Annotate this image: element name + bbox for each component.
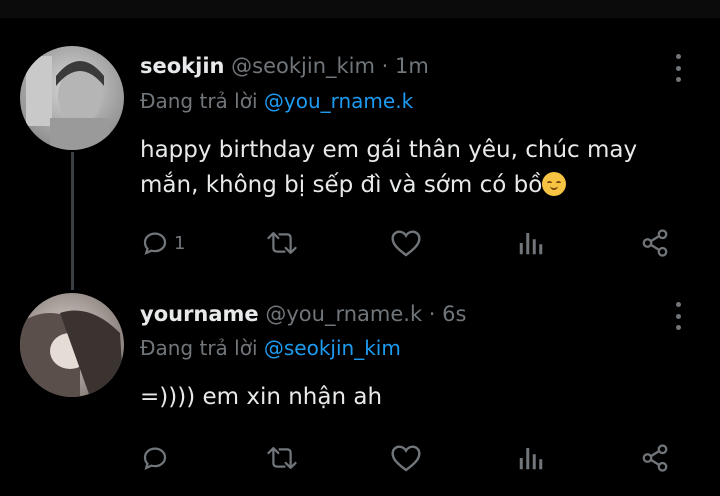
analytics-icon <box>519 448 543 470</box>
display-name[interactable]: seokjin <box>140 54 224 78</box>
reply-count: 1 <box>174 232 186 254</box>
more-icon[interactable] <box>668 302 688 330</box>
tweet-text-line: mắn, không bị sếp đì và sớm có bồ <box>140 172 543 198</box>
username[interactable]: @you_rname.k <box>265 302 422 326</box>
tweet-text: =)))) em xin nhận ah <box>140 380 680 415</box>
analytics-button[interactable] <box>516 228 546 258</box>
tweet-seokjin[interactable]: seokjin @seokjin_kim · 1m Đang trả lời @… <box>0 0 720 290</box>
like-button[interactable] <box>390 228 422 258</box>
display-name[interactable]: yourname <box>140 302 259 326</box>
mention-link[interactable]: @seokjin_kim <box>264 336 401 360</box>
reply-button[interactable] <box>140 443 174 473</box>
share-icon <box>642 229 668 257</box>
replying-to: Đang trả lời @seokjin_kim <box>140 336 401 360</box>
username[interactable]: @seokjin_kim <box>231 54 375 78</box>
like-icon <box>391 230 421 257</box>
tweet-text-line: =)))) em xin nhận ah <box>140 384 383 410</box>
more-icon[interactable] <box>668 54 688 82</box>
like-icon <box>391 445 421 472</box>
thread-line <box>71 152 74 290</box>
tweet-header: yourname @you_rname.k · 6s <box>140 302 466 326</box>
timestamp[interactable]: 6s <box>442 302 466 326</box>
reply-button[interactable]: 1 <box>140 228 185 258</box>
replying-to: Đang trả lời @you_rname.k <box>140 89 413 113</box>
reply-icon <box>143 447 167 471</box>
like-button[interactable] <box>390 443 422 473</box>
retweet-icon <box>267 447 297 469</box>
share-button[interactable] <box>640 443 670 473</box>
share-button[interactable] <box>640 228 670 258</box>
timestamp[interactable]: 1m <box>395 54 429 78</box>
separator-dot: · <box>381 54 389 78</box>
avatar[interactable] <box>20 293 124 397</box>
tweet-yourname[interactable]: yourname @you_rname.k · 6s Đang trả lời … <box>0 290 720 496</box>
reply-icon <box>143 232 167 256</box>
mention-link[interactable]: @you_rname.k <box>264 89 413 113</box>
replying-to-label: Đang trả lời <box>140 89 258 113</box>
retweet-icon <box>267 232 297 254</box>
analytics-button[interactable] <box>516 443 546 473</box>
replying-to-label: Đang trả lời <box>140 336 258 360</box>
relieved-face-emoji <box>542 172 567 196</box>
retweet-button[interactable] <box>266 443 298 473</box>
tweet-text: happy birthday em gái thân yêu, chúc may… <box>140 133 680 203</box>
analytics-icon <box>519 233 543 255</box>
tweet-header: seokjin @seokjin_kim · 1m <box>140 54 429 78</box>
retweet-button[interactable] <box>266 228 298 258</box>
tweet-text-line: happy birthday em gái thân yêu, chúc may <box>140 137 638 163</box>
avatar[interactable] <box>20 46 124 150</box>
separator-dot: · <box>428 302 436 326</box>
share-icon <box>642 444 668 472</box>
